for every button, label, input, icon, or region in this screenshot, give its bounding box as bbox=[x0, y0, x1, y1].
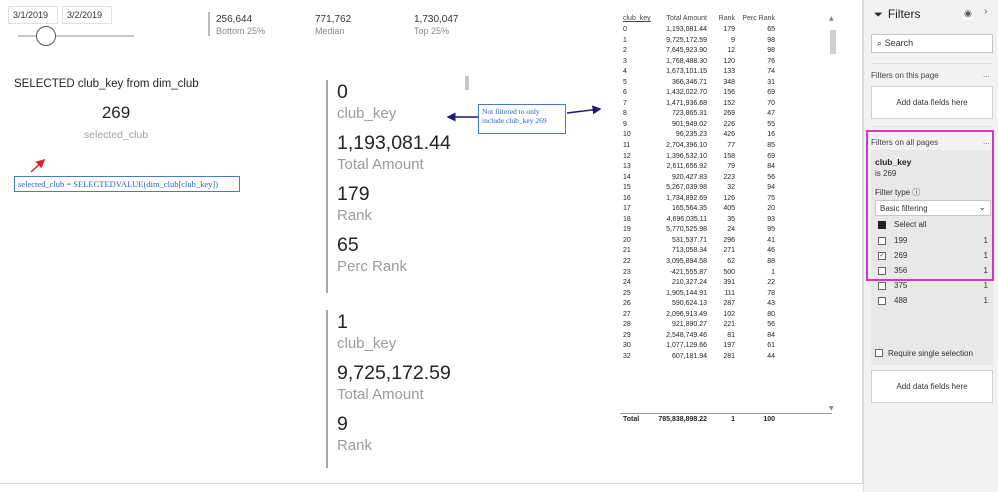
filters-title: ⏷ Filters bbox=[874, 7, 920, 22]
filter-option[interactable]: 488 1 bbox=[878, 296, 990, 308]
require-single-label: Require single selection bbox=[888, 349, 973, 358]
option-count: 1 bbox=[983, 296, 988, 305]
report-app: 3/1/2019 3/2/2019 256,644 Bottom 25% 771… bbox=[0, 0, 998, 492]
option-count: 1 bbox=[983, 281, 988, 290]
divider bbox=[871, 126, 993, 127]
add-data-fields-all[interactable]: Add data fields here bbox=[871, 370, 993, 403]
checkbox[interactable] bbox=[878, 282, 886, 290]
divider bbox=[871, 63, 993, 64]
filters-on-this-page-label: Filters on this page bbox=[871, 71, 939, 80]
filters-search-input[interactable]: ⌕ Search bbox=[871, 34, 993, 53]
checkbox[interactable] bbox=[878, 297, 886, 305]
option-label: 488 bbox=[894, 296, 908, 305]
option-label: 375 bbox=[894, 281, 908, 290]
annotation-arrows bbox=[30, 105, 602, 173]
arrow-to-selected-value bbox=[30, 158, 46, 173]
report-canvas: 3/1/2019 3/2/2019 256,644 Bottom 25% 771… bbox=[0, 0, 863, 484]
require-single-selection[interactable]: Require single selection bbox=[875, 349, 973, 358]
add-data-fields-page[interactable]: Add data fields here bbox=[871, 86, 993, 119]
collapse-pane-icon[interactable]: › bbox=[984, 6, 987, 17]
filter-option[interactable]: 375 1 bbox=[878, 281, 990, 293]
more-options-icon[interactable]: ... bbox=[983, 70, 990, 79]
search-placeholder: Search bbox=[884, 38, 914, 48]
arrow-to-table bbox=[566, 105, 602, 115]
filter-funnel-icon: ⏷ bbox=[874, 9, 883, 21]
eye-icon[interactable]: ◉ bbox=[964, 8, 972, 19]
search-icon: ⌕ bbox=[877, 38, 883, 48]
filter-card-highlight bbox=[866, 130, 994, 281]
filters-title-text: Filters bbox=[887, 7, 921, 21]
checkbox[interactable] bbox=[875, 349, 883, 357]
